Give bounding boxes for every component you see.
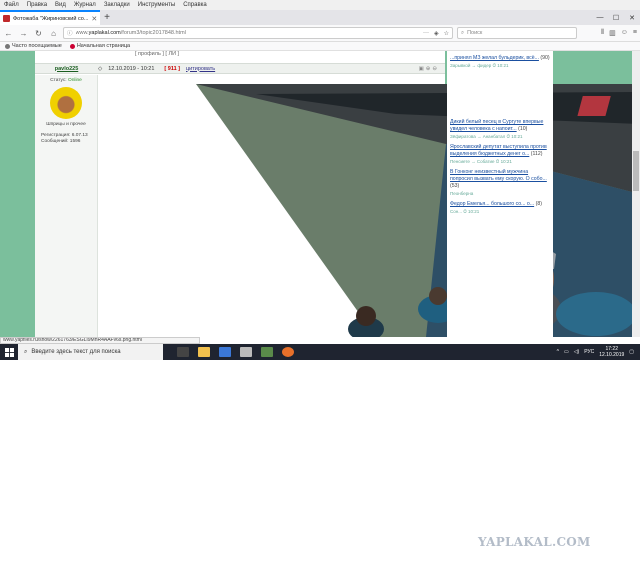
menu-item-tools[interactable]: Инструменты <box>138 2 175 8</box>
taskbar-search-input[interactable]: ⌕ Введите здесь текст для поиска <box>18 344 163 360</box>
post-date: 12.10.2019 - 10:21 <box>108 65 155 72</box>
new-tab-button[interactable]: + <box>100 10 114 25</box>
page-actions-icon[interactable]: ··· <box>423 30 429 37</box>
user-tagline: Шприцы и прочее <box>46 122 86 127</box>
tab-bar: Фотожаба "Жириновский со... ✕ + — ☐ ✕ <box>0 10 640 25</box>
forward-icon[interactable]: → <box>18 28 29 39</box>
sidebar-news-item[interactable]: Федор Емелья... большого со... о... (8) … <box>450 201 550 215</box>
bookmark-most-visited[interactable]: Часто посещаемые <box>5 43 62 49</box>
pocket-icon[interactable]: ◈ <box>434 30 439 37</box>
menu-item-view[interactable]: Вид <box>55 2 66 8</box>
search-input[interactable]: ⌕ Поиск <box>457 27 577 39</box>
post-image[interactable] <box>196 84 640 337</box>
search-icon: ⌕ <box>461 29 465 36</box>
windows-taskbar: ⌕ Введите здесь текст для поиска ^ ▭ ◁) … <box>0 344 640 360</box>
menu-bar: Файл Правка Вид Журнал Закладки Инструме… <box>0 0 640 10</box>
calculator-icon[interactable] <box>240 347 252 357</box>
scrollbar-thumb[interactable] <box>633 151 639 191</box>
url-actions: ··· ◈ ☆ <box>423 30 449 37</box>
menu-item-history[interactable]: Журнал <box>74 2 96 8</box>
avatar[interactable] <box>50 87 82 119</box>
sidebar-news-item[interactable]: В Гонконг неизвестный мужчина попросил в… <box>450 169 550 197</box>
user-panel: Статус: Online Шприцы и прочее Регистрац… <box>35 75 98 337</box>
link-status-bar: www.yapfiles.ru/show/2261763/ESGLI9MhR4A… <box>0 337 200 344</box>
notifications-icon[interactable]: ▢ <box>629 349 634 355</box>
app-icon[interactable] <box>261 347 273 357</box>
user-status: Статус: Online <box>50 78 82 83</box>
maximize-icon[interactable]: ☐ <box>608 10 624 25</box>
firefox-icon[interactable] <box>282 347 294 357</box>
network-icon[interactable]: ▭ <box>564 349 569 355</box>
site-info-icon[interactable]: ⓘ <box>67 29 73 37</box>
windows-logo-icon <box>4 347 14 357</box>
start-button[interactable] <box>0 347 18 357</box>
page-scrollbar[interactable] <box>632 51 640 337</box>
mail-icon[interactable] <box>219 347 231 357</box>
search-icon: ⌕ <box>24 348 28 355</box>
browser-tab[interactable]: Фотожаба "Жириновский со... ✕ <box>0 10 100 25</box>
menu-item-edit[interactable]: Правка <box>27 2 47 8</box>
taskbar-apps <box>177 347 294 357</box>
chevron-up-icon[interactable]: ^ <box>557 349 559 355</box>
library-icon[interactable]: ⫴ <box>601 29 604 37</box>
navigation-bar: ← → ↻ ⌂ ⓘ www.yaplakal.com/forum3/topic2… <box>0 25 640 42</box>
post-rating[interactable]: [ 911 ] <box>164 66 180 72</box>
tab-close-icon[interactable]: ✕ <box>91 15 97 23</box>
quote-link[interactable]: цитировать <box>186 66 215 72</box>
sidebar-icon[interactable]: ▥ <box>609 29 616 37</box>
clock[interactable]: 17:22 12.10.2019 <box>599 346 624 358</box>
bookmark-start-page[interactable]: Начальная страница <box>69 43 130 49</box>
site-favicon-icon <box>3 15 10 22</box>
site-watermark: YAPLAKAL.COM <box>478 535 591 549</box>
task-view-icon[interactable] <box>177 347 189 357</box>
sidebar-news-item[interactable]: ...принял МЗ желал бульдерик, всё... (90… <box>450 55 550 69</box>
post-icon: ◇ <box>98 65 103 72</box>
account-icon[interactable]: ☺ <box>621 29 628 37</box>
reload-icon[interactable]: ↻ <box>33 28 44 39</box>
tab-title: Фотожаба "Жириновский со... <box>13 15 89 22</box>
language-indicator[interactable]: РУС <box>584 349 594 355</box>
file-explorer-icon[interactable] <box>198 347 210 357</box>
post-author-link[interactable]: pavlo225 <box>35 66 98 72</box>
web-page: [ профиль ] [ ЛИ ] pavlo225 ◇ 12.10.2019… <box>0 51 640 337</box>
user-meta: Регистрация: 6.07.13 Сообщений: 1596 <box>35 133 97 145</box>
search-placeholder: Поиск <box>467 30 483 36</box>
bookmark-star-icon[interactable]: ☆ <box>444 30 449 37</box>
user-messages: Сообщений: 1596 <box>41 139 81 144</box>
menu-item-bookmarks[interactable]: Закладки <box>104 2 130 8</box>
gear-icon <box>5 43 10 49</box>
news-sidebar: ...принял МЗ желал бульдерик, всё... (90… <box>447 51 553 337</box>
url-bar[interactable]: ⓘ www.yaplakal.com/forum3/topic2017848.h… <box>63 27 453 39</box>
volume-icon[interactable]: ◁) <box>574 349 580 355</box>
url-text: www.yaplakal.com/forum3/topic2017848.htm… <box>75 30 186 36</box>
sidebar-news-item[interactable]: Ярославский депутат выступила против выд… <box>450 144 550 165</box>
home-icon[interactable]: ⌂ <box>48 28 59 39</box>
menu-item-file[interactable]: Файл <box>4 2 19 8</box>
post-action-icons[interactable]: ▣⊕⊖ <box>419 66 439 72</box>
window-controls: — ☐ ✕ <box>592 10 640 25</box>
menu-item-help[interactable]: Справка <box>183 2 207 8</box>
firefox-icon <box>69 43 75 49</box>
back-icon[interactable]: ← <box>3 28 14 39</box>
toolbar-icons: ⫴ ▥ ☺ ≡ <box>601 29 637 37</box>
system-tray: ^ ▭ ◁) РУС 17:22 12.10.2019 ▢ <box>557 346 640 358</box>
close-window-icon[interactable]: ✕ <box>624 10 640 25</box>
post-header: pavlo225 ◇ 12.10.2019 - 10:21 [ 911 ] ци… <box>35 63 445 74</box>
sidebar-news-item[interactable]: Дикий белый песец в Сургуте впервые увид… <box>450 119 550 140</box>
profile-links[interactable]: [ профиль ] [ ЛИ ] <box>135 51 435 61</box>
minimize-icon[interactable]: — <box>592 10 608 25</box>
bookmarks-bar: Часто посещаемые Начальная страница <box>0 42 640 51</box>
hamburger-menu-icon[interactable]: ≡ <box>633 29 637 37</box>
